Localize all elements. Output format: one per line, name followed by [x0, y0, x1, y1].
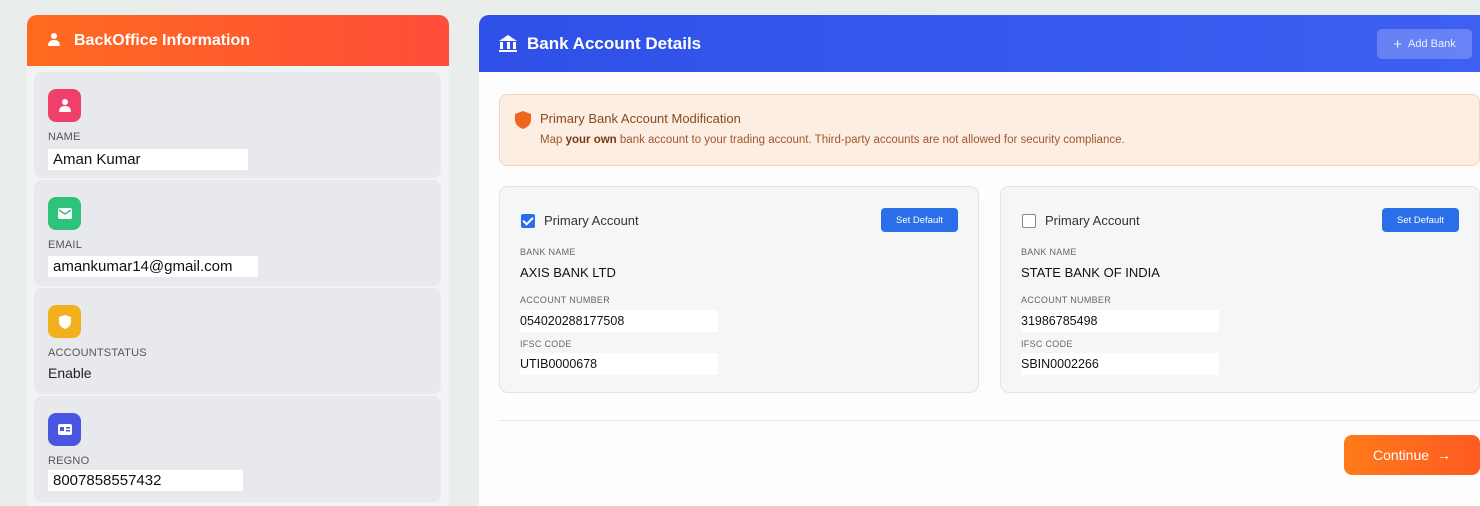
account-number-value: 054020288177508	[520, 310, 718, 332]
bank-name-value: STATE BANK OF INDIA	[1021, 265, 1160, 280]
id-card-icon	[48, 413, 81, 446]
regno-value: 8007858557432	[48, 470, 243, 491]
alert-description: Map your own bank account to your tradin…	[540, 134, 1125, 146]
account-status-card: ACCOUNTSTATUS Enable	[34, 288, 441, 394]
name-card: NAME Aman Kumar	[34, 72, 441, 178]
email-label: EMAIL	[48, 239, 83, 251]
bank-name-label: BANK NAME	[520, 247, 576, 257]
continue-button[interactable]: Continue →	[1344, 435, 1480, 475]
account-number-label: ACCOUNT NUMBER	[1021, 295, 1112, 305]
continue-label: Continue	[1372, 447, 1430, 463]
email-card: EMAIL amankumar14@gmail.com	[34, 180, 441, 286]
bank-name-label: BANK NAME	[1021, 247, 1077, 257]
add-bank-label: Add Bank	[1408, 38, 1456, 50]
mail-icon	[48, 197, 81, 230]
bank-icon	[499, 35, 517, 52]
regno-card: REGNO 8007858557432	[34, 396, 441, 502]
backoffice-panel: BackOffice Information NAME Aman Kumar E…	[27, 15, 449, 506]
person-icon	[47, 32, 63, 49]
alert-desc-prefix: Map	[540, 134, 566, 146]
bank-header: Bank Account Details + Add Bank	[479, 15, 1480, 72]
divider	[499, 420, 1480, 421]
bank-panel: Bank Account Details + Add Bank Primary …	[479, 15, 1480, 506]
set-default-button[interactable]: Set Default	[881, 208, 958, 232]
shield-icon	[48, 305, 81, 338]
plus-icon: +	[1393, 35, 1403, 53]
primary-account-label: Primary Account	[1045, 213, 1140, 228]
alert-title: Primary Bank Account Modification	[540, 111, 741, 126]
bank-title: Bank Account Details	[527, 33, 702, 53]
bank-card-axis: Primary Account Set Default BANK NAME AX…	[499, 186, 979, 393]
alert-desc-suffix: bank account to your trading account. Th…	[616, 134, 1125, 146]
account-number-label: ACCOUNT NUMBER	[520, 295, 611, 305]
ifsc-value: SBIN0002266	[1021, 353, 1219, 375]
bank-name-value: AXIS BANK LTD	[520, 265, 616, 280]
primary-checkbox[interactable]	[521, 214, 535, 228]
bank-card-sbi: Primary Account Set Default BANK NAME ST…	[1000, 186, 1480, 393]
account-number-value: 31986785498	[1021, 310, 1219, 332]
ifsc-label: IFSC CODE	[1021, 339, 1073, 349]
account-status-value: Enable	[48, 365, 92, 381]
person-icon	[48, 89, 81, 122]
regno-label: REGNO	[48, 455, 90, 467]
primary-account-label: Primary Account	[544, 213, 639, 228]
arrow-right-icon: →	[1437, 447, 1452, 463]
alert-desc-bold: your own	[565, 134, 617, 146]
backoffice-title: BackOffice Information	[74, 31, 251, 49]
backoffice-header: BackOffice Information	[27, 15, 449, 66]
primary-checkbox[interactable]	[1022, 214, 1036, 228]
name-value: Aman Kumar	[48, 149, 248, 170]
set-default-button[interactable]: Set Default	[1382, 208, 1459, 232]
add-bank-button[interactable]: + Add Bank	[1377, 29, 1472, 59]
ifsc-label: IFSC CODE	[520, 339, 572, 349]
shield-icon	[515, 111, 531, 129]
email-value: amankumar14@gmail.com	[48, 256, 258, 277]
modification-alert: Primary Bank Account Modification Map yo…	[499, 94, 1480, 166]
account-status-label: ACCOUNTSTATUS	[48, 347, 147, 359]
ifsc-value: UTIB0000678	[520, 353, 718, 375]
name-label: NAME	[48, 131, 81, 143]
